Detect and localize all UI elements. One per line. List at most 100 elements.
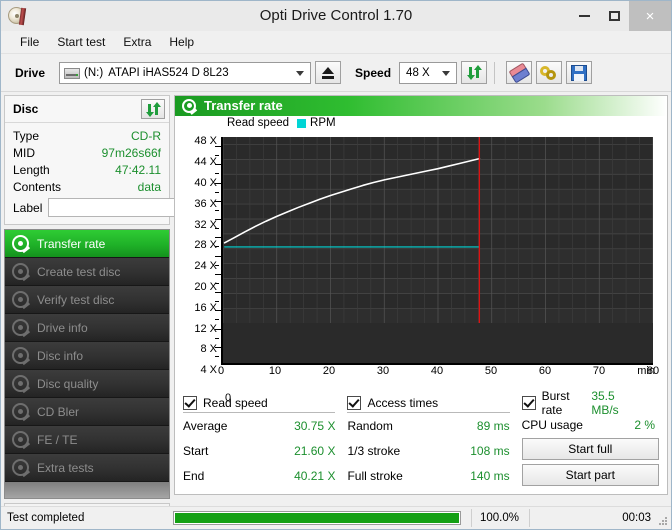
eject-icon (322, 66, 335, 79)
panel-title: Transfer rate (204, 98, 283, 114)
status-message: Test completed (7, 512, 85, 524)
floppy-save-icon (571, 64, 588, 81)
x-tick-label: 50 (484, 365, 498, 377)
y-tick-label: 36 X (194, 197, 217, 210)
y-tick-label: 8 X (200, 343, 217, 356)
menu-file[interactable]: File (11, 33, 48, 51)
maximize-button[interactable] (599, 1, 629, 31)
legend-swatch-rpm (297, 118, 307, 128)
minimize-button[interactable] (569, 1, 599, 31)
speed-select[interactable]: 48 X (399, 61, 458, 84)
test-navigation-list: Transfer rate Create test disc Verify te… (4, 229, 170, 499)
progress-percent: 100.0% (471, 509, 529, 527)
disc-refresh-button[interactable] (141, 99, 165, 119)
fe-te-icon (12, 431, 31, 450)
x-tick-label: 70 (592, 365, 606, 377)
chevron-down-icon (296, 70, 305, 76)
drive-model: ATAPI iHAS524 D 8L23 (108, 66, 229, 79)
eraser-icon (508, 62, 530, 83)
chain-icon (540, 65, 558, 81)
sidebar-item-fe-te[interactable]: FE / TE (5, 426, 169, 454)
menu-start-test[interactable]: Start test (48, 33, 114, 51)
sidebar-item-label: Disc info (37, 348, 84, 363)
refresh-icon (466, 65, 483, 80)
resize-grip-icon[interactable] (658, 516, 668, 526)
result-row-start: Start 21.60 X (183, 438, 335, 463)
drive-select[interactable]: (N:) ATAPI iHAS524 D 8L23 (59, 61, 312, 84)
sidebar-item-disc-info[interactable]: Disc info (5, 342, 169, 370)
y-tick-label: 4 X (200, 364, 217, 377)
app-disc-icon (7, 5, 29, 27)
sidebar-item-label: FE / TE (37, 432, 78, 447)
close-button[interactable]: × (629, 1, 671, 31)
chart-plot-area (221, 136, 653, 365)
start-part-button[interactable]: Start part (521, 464, 659, 486)
menu-bar: File Start test Extra Help (1, 31, 671, 54)
sidebar-item-transfer-rate[interactable]: Transfer rate (5, 230, 169, 258)
average-key: Average (183, 418, 228, 433)
y-tick-label: 20 X (194, 280, 217, 293)
drive-letter: (N:) (84, 66, 104, 79)
extra-tests-icon (12, 459, 31, 478)
chain-button[interactable] (536, 61, 563, 84)
drive-toolbar: Drive (N:) ATAPI iHAS524 D 8L23 Speed 48 … (1, 54, 671, 92)
chart-legend: Read speed RPM (175, 116, 667, 131)
y-tick-label: 44 X (194, 156, 217, 169)
sidebar-item-drive-info[interactable]: Drive info (5, 314, 169, 342)
sidebar-item-create-test-disc[interactable]: Create test disc (5, 258, 169, 286)
disc-info-icon (12, 347, 31, 366)
disc-label-row: Label (13, 197, 253, 218)
disc-row-contents: Contents data (13, 178, 161, 195)
disc-info-panel: Disc Type CD-R MID 97m26s66f Length 47:4… (4, 95, 253, 225)
disc-info-rows: Type CD-R MID 97m26s66f Length 47:42.11 … (5, 123, 253, 224)
progress-area (167, 509, 467, 527)
x-tick-label: 10 (268, 365, 282, 377)
y-tick-label: 32 X (194, 218, 217, 231)
read-speed-header: Read speed (183, 394, 336, 413)
sidebar-item-verify-test-disc[interactable]: Verify test disc (5, 286, 169, 314)
chart-x-axis: 0 10 20 30 40 50 60 70 80 min (218, 365, 659, 380)
result-row-end: End 40.21 X (183, 463, 335, 488)
burst-rate-value: 35.5 MB/s (591, 389, 619, 417)
y-tick-label: 24 X (194, 260, 217, 273)
menu-help[interactable]: Help (160, 33, 203, 51)
result-row-average: Average 30.75 X (183, 413, 335, 438)
access-times-checkbox[interactable] (347, 396, 362, 410)
legend-label-rpm: RPM (310, 117, 336, 130)
disc-panel-header: Disc (5, 96, 169, 123)
x-axis-unit-label: min (637, 365, 655, 377)
sidebar-item-cd-bler[interactable]: CD Bler (5, 398, 169, 426)
eject-button[interactable] (315, 61, 342, 84)
disc-mid-key: MID (13, 145, 35, 160)
speed-select-value: 48 X (406, 66, 430, 79)
results-area: Read speed Average 30.75 X Start 21.60 X… (175, 389, 667, 494)
read-speed-header-label: Read speed (203, 396, 268, 410)
legend-label-read-speed: Read speed (227, 117, 290, 130)
title-bar: Opti Drive Control 1.70 × (1, 1, 671, 31)
application-window: Opti Drive Control 1.70 × File Start tes… (0, 0, 672, 530)
close-icon: × (645, 7, 655, 25)
refresh-icon (145, 101, 161, 117)
access-times-header-label: Access times (367, 396, 439, 410)
read-speed-results: Read speed Average 30.75 X Start 21.60 X… (183, 394, 347, 490)
cpu-usage-value: 2 % (634, 417, 655, 432)
start-full-button[interactable]: Start full (521, 438, 659, 460)
sidebar-item-disc-quality[interactable]: Disc quality (5, 370, 169, 398)
sidebar-item-extra-tests[interactable]: Extra tests (5, 454, 169, 482)
disc-length-value: 47:42.11 (115, 162, 161, 177)
refresh-button[interactable] (461, 61, 488, 84)
menu-extra[interactable]: Extra (114, 33, 160, 51)
save-button[interactable] (566, 61, 593, 84)
chart-y-axis: 4 X 8 X 12 X 16 X 20 X 24 X 28 X 32 X 36 X 40 X 44… (179, 131, 231, 404)
random-value: 89 ms (476, 418, 510, 433)
burst-rate-results: Burst rate 35.5 MB/s CPU usage 2 % Start… (521, 389, 659, 490)
burst-rate-checkbox[interactable] (521, 396, 536, 410)
disc-type-key: Type (13, 128, 40, 143)
sidebar-item-label: Create test disc (37, 264, 121, 279)
maximize-icon (608, 11, 620, 21)
x-tick-label: 30 (376, 365, 390, 377)
erase-button[interactable] (506, 61, 533, 84)
end-key: End (183, 468, 205, 483)
read-speed-checkbox[interactable] (183, 396, 197, 410)
result-row-random: Random 89 ms (347, 413, 509, 438)
